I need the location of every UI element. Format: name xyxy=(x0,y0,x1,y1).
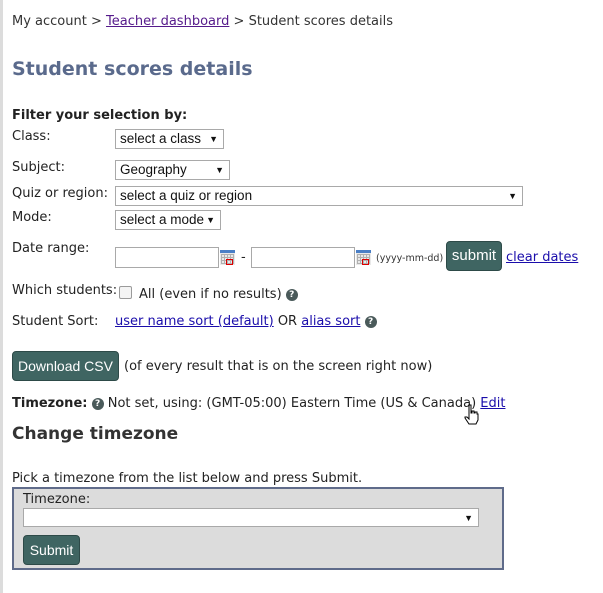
chevron-down-icon: ▼ xyxy=(206,215,215,225)
class-select-value: select a class xyxy=(120,131,202,146)
calendar-icon[interactable] xyxy=(220,250,235,265)
chevron-down-icon: ▼ xyxy=(215,165,224,175)
timezone-edit-link[interactable]: Edit xyxy=(480,396,505,411)
help-icon[interactable]: ? xyxy=(364,316,377,328)
timezone-status: Not set, using: (GMT-05:00) Eastern Time… xyxy=(107,396,477,411)
subject-select[interactable]: Geography ▼ xyxy=(115,160,230,180)
calendar-icon[interactable] xyxy=(356,250,371,265)
breadcrumb-current: Student scores details xyxy=(248,14,394,29)
change-timezone-instruction: Pick a timezone from the list below and … xyxy=(12,471,363,486)
chevron-down-icon: ▼ xyxy=(464,513,473,523)
mode-select-value: select a mode xyxy=(120,212,205,227)
student-sort-label: Student Sort: xyxy=(12,314,99,329)
timezone-label: Timezone: xyxy=(12,396,88,411)
help-icon[interactable]: ? xyxy=(285,289,298,301)
quiz-select[interactable]: select a quiz or region ▼ xyxy=(115,186,523,206)
subject-select-value: Geography xyxy=(120,162,187,177)
breadcrumb-separator: > xyxy=(233,14,245,29)
breadcrumb-separator: > xyxy=(90,14,102,29)
clear-dates-link[interactable]: clear dates xyxy=(506,250,578,265)
chevron-down-icon: ▼ xyxy=(508,191,517,201)
timezone-field-label: Timezone: xyxy=(23,492,91,507)
date-format-hint: (yyyy-mm-dd) xyxy=(376,253,444,264)
date-range-label: Date range: xyxy=(12,241,90,256)
hand-cursor-icon xyxy=(464,404,479,425)
quiz-select-value: select a quiz or region xyxy=(120,188,253,203)
user-name-sort-link[interactable]: user name sort (default) xyxy=(115,314,274,329)
download-csv-button[interactable]: Download CSV xyxy=(12,351,119,381)
breadcrumb: My account > Teacher dashboard > Student… xyxy=(12,14,393,29)
chevron-down-icon: ▼ xyxy=(209,134,218,144)
timezone-row: Timezone: ? Not set, using: (GMT-05:00) … xyxy=(12,396,505,411)
download-note: (of every result that is on the screen r… xyxy=(124,359,433,374)
mode-label: Mode: xyxy=(12,210,52,225)
filter-heading: Filter your selection by: xyxy=(12,108,188,123)
change-timezone-heading: Change timezone xyxy=(12,424,179,444)
date-submit-button[interactable]: submit xyxy=(446,241,502,271)
subject-label: Subject: xyxy=(12,160,65,175)
timezone-form: Timezone: ▼ Submit xyxy=(12,487,504,570)
quiz-label: Quiz or region: xyxy=(12,186,108,201)
timezone-select[interactable]: ▼ xyxy=(23,508,479,527)
class-label: Class: xyxy=(12,129,51,144)
all-students-checkbox-label[interactable]: All (even if no results) xyxy=(139,287,282,302)
sort-or-text: OR xyxy=(277,314,298,329)
breadcrumb-my-account: My account xyxy=(12,14,87,29)
mode-select[interactable]: select a mode ▼ xyxy=(115,210,221,230)
class-select[interactable]: select a class ▼ xyxy=(115,129,224,149)
end-date-input[interactable] xyxy=(251,247,355,268)
help-icon[interactable]: ? xyxy=(91,398,104,410)
alias-sort-link[interactable]: alias sort xyxy=(301,314,360,329)
page-title: Student scores details xyxy=(12,58,253,80)
breadcrumb-teacher-dashboard-link[interactable]: Teacher dashboard xyxy=(106,14,229,29)
timezone-submit-button[interactable]: Submit xyxy=(23,535,80,565)
all-students-option: All (even if no results) ? xyxy=(139,287,298,302)
which-students-label: Which students: xyxy=(12,283,118,298)
student-sort-options: user name sort (default) OR alias sort ? xyxy=(115,314,377,329)
date-separator: - xyxy=(241,250,246,265)
all-students-checkbox[interactable] xyxy=(119,286,132,299)
start-date-input[interactable] xyxy=(115,247,219,268)
